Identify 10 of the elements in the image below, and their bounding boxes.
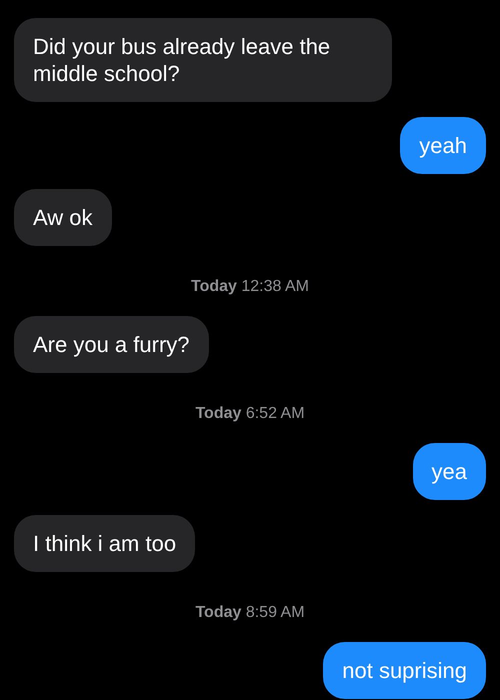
message-bubble: yeah bbox=[400, 117, 486, 174]
message-bubble: yea bbox=[412, 443, 486, 500]
message-bubble: I think i am too bbox=[14, 515, 196, 572]
timestamp: Today 6:52 AM bbox=[195, 404, 305, 424]
message-bubble: not suprising bbox=[323, 642, 486, 699]
message-bubble: Did your bus already leave the middle school? bbox=[14, 18, 392, 102]
message-bubble: Are you a furry? bbox=[14, 316, 209, 373]
timestamp: Today 8:59 AM bbox=[195, 603, 305, 623]
timestamp: Today 12:38 AM bbox=[191, 277, 309, 297]
message-bubble: Aw ok bbox=[14, 189, 112, 246]
